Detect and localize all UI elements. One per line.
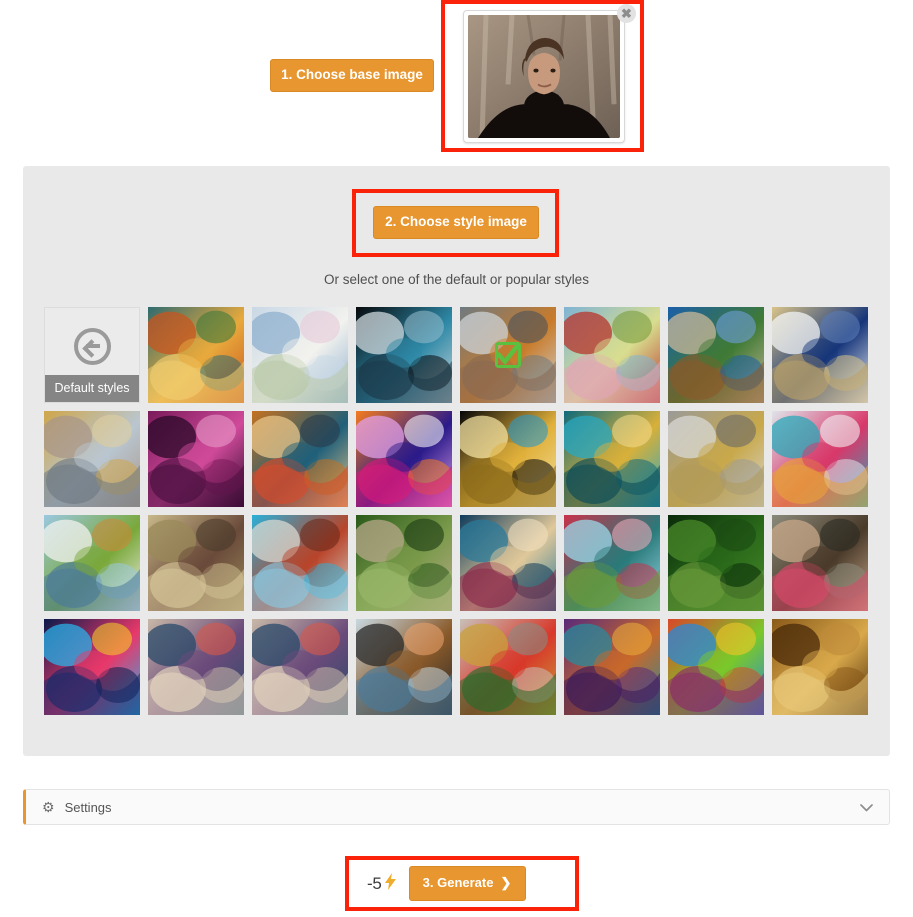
style-tile-magenta-glowing-rose[interactable] <box>148 411 244 507</box>
styles-hint-text: Or select one of the default or popular … <box>324 272 589 287</box>
credit-cost-label: -5 <box>367 873 382 893</box>
style-tile-default-styles[interactable]: Default styles <box>44 307 140 403</box>
back-arrow-circle-icon <box>73 327 111 365</box>
style-tile-impressionist-white-blossoms[interactable] <box>252 307 348 403</box>
style-thumbnail-art <box>772 307 868 403</box>
style-tile-naive-coastal-village-landscape[interactable] <box>44 515 140 611</box>
style-thumbnail-art <box>564 307 660 403</box>
style-tile-golden-sparkle-fractal-on-black[interactable] <box>460 411 556 507</box>
settings-accordion[interactable]: ⚙ Settings <box>23 789 890 825</box>
generate-button-label: 3. Generate <box>422 875 494 891</box>
settings-label: Settings <box>64 799 112 815</box>
style-thumbnail-art <box>668 307 764 403</box>
style-thumbnail-art <box>460 411 556 507</box>
style-thumbnail-art <box>148 411 244 507</box>
style-transfer-app-page: 1. Choose base image ✖ 2. Choose style i… <box>0 0 913 917</box>
style-tile-painted-closeup-eye-right[interactable] <box>252 619 348 715</box>
style-tile-ornate-golden-glassware-still-life[interactable] <box>460 619 556 715</box>
style-thumbnail-art <box>564 619 660 715</box>
chevron-down-icon[interactable] <box>860 801 873 814</box>
style-tile-green-forest-path-trees[interactable] <box>356 515 452 611</box>
style-tile-golden-sand-dune-desert[interactable] <box>772 619 868 715</box>
style-thumbnail-art <box>772 411 868 507</box>
style-thumbnail-art <box>564 411 660 507</box>
style-tile-purple-mandala-ornamental-pattern[interactable] <box>564 619 660 715</box>
base-image-thumbnail <box>468 15 620 138</box>
lightning-bolt-icon <box>384 873 396 894</box>
style-tile-great-wave-japanese-woodblock[interactable] <box>772 307 868 403</box>
style-thumbnail-art <box>252 307 348 403</box>
style-tile-impressionist-old-stone-house[interactable] <box>148 515 244 611</box>
base-image-frame <box>463 10 625 143</box>
default-styles-caption: Default styles <box>45 375 139 402</box>
style-tile-mermaid-underwater-starry-illustration[interactable] <box>460 515 556 611</box>
style-tile-colorful-snowmen-winter-scene[interactable] <box>772 411 868 507</box>
style-tile-ornate-silver-blue-portrait-medallion[interactable] <box>356 307 452 403</box>
style-thumbnail-art <box>668 411 764 507</box>
style-thumbnail-art <box>668 515 764 611</box>
style-tile-cartoon-woman-on-sofa-with-cat[interactable] <box>564 515 660 611</box>
style-thumbnail-art <box>44 411 140 507</box>
style-tile-mediterranean-alley-arch-garden[interactable] <box>668 307 764 403</box>
style-tile-two-elderly-women-seated-painting[interactable] <box>460 307 556 403</box>
style-thumbnail-art <box>252 411 348 507</box>
style-thumbnail-art <box>356 307 452 403</box>
style-tile-dark-green-leaves-macro[interactable] <box>668 515 764 611</box>
style-tile-surreal-fork-towers-blue-sky[interactable] <box>252 515 348 611</box>
style-thumbnail-art <box>148 307 244 403</box>
generate-row: -5 3. Generate ❯ <box>345 856 579 911</box>
style-thumbnail-art <box>356 619 452 715</box>
style-tile-steampunk-woman-with-goggles[interactable] <box>356 619 452 715</box>
style-tile-stained-glass-window-sunset[interactable] <box>148 307 244 403</box>
style-thumbnail-art <box>148 619 244 715</box>
remove-base-image-icon[interactable]: ✖ <box>617 4 636 23</box>
style-thumbnail-art <box>772 619 868 715</box>
style-thumbnail-art <box>460 515 556 611</box>
selected-style-checkmark-icon <box>495 341 522 368</box>
base-image-preview[interactable]: ✖ <box>441 0 644 152</box>
style-tile-painted-tiger-face[interactable] <box>252 411 348 507</box>
style-thumbnail-art <box>668 619 764 715</box>
style-tile-golden-crowned-woman-grayscale-portrait[interactable] <box>668 411 764 507</box>
gear-icon: ⚙ <box>42 799 55 815</box>
generate-button[interactable]: 3. Generate ❯ <box>408 866 526 901</box>
style-tile-orange-crescent-gradient-abstract[interactable] <box>356 411 452 507</box>
style-tile-painted-closeup-eye-left[interactable] <box>148 619 244 715</box>
choose-style-image-button[interactable]: 2. Choose style image <box>373 206 539 239</box>
style-thumbnail-art <box>356 411 452 507</box>
style-thumbnail-grid: Default styles <box>44 307 869 715</box>
style-thumbnail-art <box>44 515 140 611</box>
choose-base-image-button[interactable]: 1. Choose base image <box>270 59 434 92</box>
style-thumbnail-art <box>356 515 452 611</box>
style-tile-vibrant-tribal-collage-figure[interactable] <box>668 619 764 715</box>
style-tile-gold-butterflies-teal-ornament[interactable] <box>564 411 660 507</box>
step-1-row: 1. Choose base image ✖ <box>0 0 913 155</box>
style-thumbnail-art <box>460 619 556 715</box>
style-tile-fairytale-cottage-autumn-trees[interactable] <box>564 307 660 403</box>
style-thumbnail-art <box>564 515 660 611</box>
style-thumbnail-art <box>252 515 348 611</box>
style-thumbnail-art <box>44 619 140 715</box>
style-tile-gold-silver-baroque-floral-relief[interactable] <box>44 411 140 507</box>
chevron-right-icon: ❯ <box>500 875 512 891</box>
style-tile-neon-cyberpunk-city-signs[interactable] <box>44 619 140 715</box>
style-tile-painted-wolfhound-dog-portrait[interactable] <box>772 515 868 611</box>
style-thumbnail-art <box>772 515 868 611</box>
style-thumbnail-art <box>148 515 244 611</box>
style-thumbnail-art <box>252 619 348 715</box>
